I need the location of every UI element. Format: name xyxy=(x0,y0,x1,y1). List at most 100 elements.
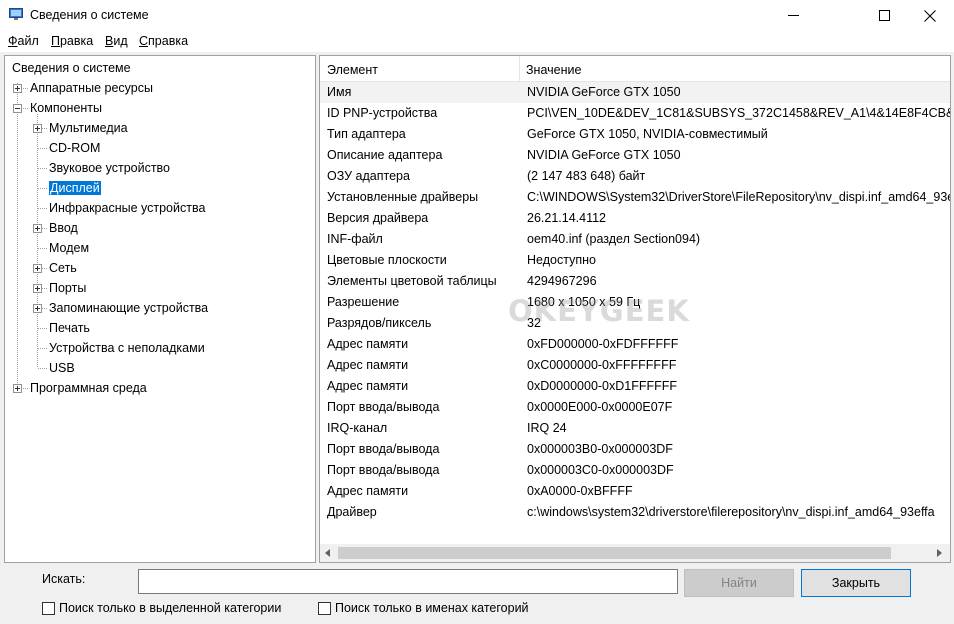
menu-file[interactable]: Файл xyxy=(8,34,39,48)
cell-element: ОЗУ адаптера xyxy=(327,169,410,183)
horizontal-scrollbar[interactable] xyxy=(320,544,950,562)
expand-plus-icon[interactable] xyxy=(33,124,42,133)
scrollbar-thumb[interactable] xyxy=(338,547,891,559)
cell-element: Адрес памяти xyxy=(327,379,409,393)
cell-element: Разрешение xyxy=(327,295,400,309)
tree-line xyxy=(38,148,47,149)
checkbox-category-names[interactable] xyxy=(318,601,331,615)
tree-item[interactable]: Порты xyxy=(49,279,86,297)
column-header-value[interactable]: Значение xyxy=(526,63,581,77)
option-category-names-label: Поиск только в именах категорий xyxy=(335,601,529,615)
option-category-names[interactable]: Поиск только в именах категорий xyxy=(318,601,529,615)
tree-item[interactable]: Компоненты xyxy=(30,99,102,117)
tree-item[interactable]: Программная среда xyxy=(30,379,147,397)
tree-item[interactable]: Дисплей xyxy=(49,179,101,197)
watermark: OKEYGEEK xyxy=(508,294,690,328)
close-window-button[interactable] xyxy=(907,0,953,31)
tree-item-label: Звуковое устройство xyxy=(49,161,171,175)
cell-value: 0xD0000000-0xD1FFFFFF xyxy=(527,379,678,393)
menu-edit[interactable]: Правка xyxy=(51,34,93,48)
tree-item-label: Аппаратные ресурсы xyxy=(30,81,153,95)
table-row[interactable]: ID PNP-устройства PCI\VEN_10DE&DEV_1C81&S… xyxy=(320,103,950,124)
tree-item-label: Устройства с неполадками xyxy=(49,341,205,355)
checkbox-selected-category[interactable] xyxy=(42,601,55,615)
expand-plus-icon[interactable] xyxy=(33,284,42,293)
scroll-right-icon[interactable] xyxy=(934,547,946,559)
table-row[interactable]: Версия драйвера 26.21.14.4112 xyxy=(320,208,950,229)
tree-item[interactable]: Модем xyxy=(49,239,89,257)
table-row[interactable]: Элементы цветовой таблицы 4294967296 xyxy=(320,271,950,292)
table-row[interactable]: Порт ввода/вывода 0x000003C0-0x000003DF xyxy=(320,460,950,481)
tree-item-label: Дисплей xyxy=(49,181,101,195)
table-row[interactable]: ОЗУ адаптера (2 147 483 648) байт xyxy=(320,166,950,187)
tree-item[interactable]: Устройства с неполадками xyxy=(49,339,205,357)
tree-item-label: USB xyxy=(49,361,75,375)
table-row[interactable]: Адрес памяти 0xFD000000-0xFDFFFFFF xyxy=(320,334,950,355)
menu-label: равка xyxy=(59,34,94,48)
tree-item[interactable]: Запоминающие устройства xyxy=(49,299,208,317)
menu-label: айл xyxy=(17,34,39,48)
table-row[interactable]: Адрес памяти 0xA0000-0xBFFFF xyxy=(320,481,950,502)
cell-value: NVIDIA GeForce GTX 1050 xyxy=(527,85,681,99)
table-row[interactable]: INF-файл oem40.inf (раздел Section094) xyxy=(320,229,950,250)
scroll-left-icon[interactable] xyxy=(322,547,334,559)
column-separator[interactable] xyxy=(519,56,520,82)
table-row[interactable]: Порт ввода/вывода 0x000003B0-0x000003DF xyxy=(320,439,950,460)
cell-value: NVIDIA GeForce GTX 1050 xyxy=(527,148,681,162)
table-row[interactable]: Установленные драйверы C:\WINDOWS\System3… xyxy=(320,187,950,208)
option-selected-category[interactable]: Поиск только в выделенной категории xyxy=(42,601,281,615)
table-row[interactable]: Цветовые плоскости Недоступно xyxy=(320,250,950,271)
table-row[interactable]: Порт ввода/вывода 0x0000E000-0x0000E07F xyxy=(320,397,950,418)
cell-value: C:\WINDOWS\System32\DriverStore\FileRepo… xyxy=(527,190,951,204)
window-title: Сведения о системе xyxy=(30,8,149,22)
table-row[interactable]: Драйвер c:\windows\system32\driverstore\f… xyxy=(320,502,950,523)
tree-item[interactable]: Мультимедиа xyxy=(49,119,128,137)
collapse-minus-icon[interactable] xyxy=(13,104,22,113)
tree-line xyxy=(17,83,18,383)
table-row[interactable]: Тип адаптера GeForce GTX 1050, NVIDIA-сов… xyxy=(320,124,950,145)
tree-item[interactable]: Звуковое устройство xyxy=(49,159,170,177)
close-button[interactable]: Закрыть xyxy=(801,569,911,597)
cell-element: Адрес памяти xyxy=(327,337,409,351)
category-tree[interactable]: Сведения о системе Аппаратные ресурсы Комп… xyxy=(4,55,316,563)
menu-help[interactable]: Справка xyxy=(139,34,188,48)
expand-plus-icon[interactable] xyxy=(33,224,42,233)
tree-item[interactable]: Сведения о системе xyxy=(12,59,131,77)
tree-item[interactable]: Аппаратные ресурсы xyxy=(30,79,153,97)
option-selected-category-label: Поиск только в выделенной категории xyxy=(59,601,282,615)
tree-item[interactable]: Сеть xyxy=(49,259,77,277)
maximize-button[interactable] xyxy=(861,0,907,31)
tree-item[interactable]: Ввод xyxy=(49,219,78,237)
search-label: Искать: xyxy=(42,572,86,586)
table-row[interactable]: Адрес памяти 0xD0000000-0xD1FFFFFF xyxy=(320,376,950,397)
cell-value: (2 147 483 648) байт xyxy=(527,169,646,183)
menu-bar: Файл Правка Вид Справка xyxy=(0,31,954,52)
system-info-icon xyxy=(9,8,23,20)
table-row[interactable]: Имя NVIDIA GeForce GTX 1050 xyxy=(320,82,950,103)
table-row[interactable]: Описание адаптера NVIDIA GeForce GTX 1050 xyxy=(320,145,950,166)
tree-item-label: Мультимедиа xyxy=(49,121,128,135)
tree-item[interactable]: CD-ROM xyxy=(49,139,100,157)
tree-item[interactable]: Печать xyxy=(49,319,90,337)
table-row[interactable]: IRQ-канал IRQ 24 xyxy=(320,418,950,439)
search-input[interactable] xyxy=(138,569,678,594)
column-header-element[interactable]: Элемент xyxy=(327,63,378,77)
cell-value: IRQ 24 xyxy=(527,421,567,435)
tree-item[interactable]: Инфракрасные устройства xyxy=(49,199,205,217)
expand-plus-icon[interactable] xyxy=(33,304,42,313)
tree-item-label: Программная среда xyxy=(30,381,147,395)
tree-line xyxy=(38,188,47,189)
menu-view[interactable]: Вид xyxy=(105,34,128,48)
tree-line xyxy=(38,248,47,249)
cell-value: 0x0000E000-0x0000E07F xyxy=(527,400,673,414)
tree-item[interactable]: USB xyxy=(49,359,75,377)
expand-plus-icon[interactable] xyxy=(13,384,22,393)
find-button[interactable]: Найти xyxy=(684,569,794,597)
expand-plus-icon[interactable] xyxy=(13,84,22,93)
expand-plus-icon[interactable] xyxy=(33,264,42,273)
cell-element: Порт ввода/вывода xyxy=(327,463,440,477)
table-row[interactable]: Адрес памяти 0xC0000000-0xFFFFFFFF xyxy=(320,355,950,376)
menu-label: правка xyxy=(148,34,189,48)
tree-item-label: Ввод xyxy=(49,221,78,235)
minimize-button[interactable] xyxy=(770,0,816,31)
